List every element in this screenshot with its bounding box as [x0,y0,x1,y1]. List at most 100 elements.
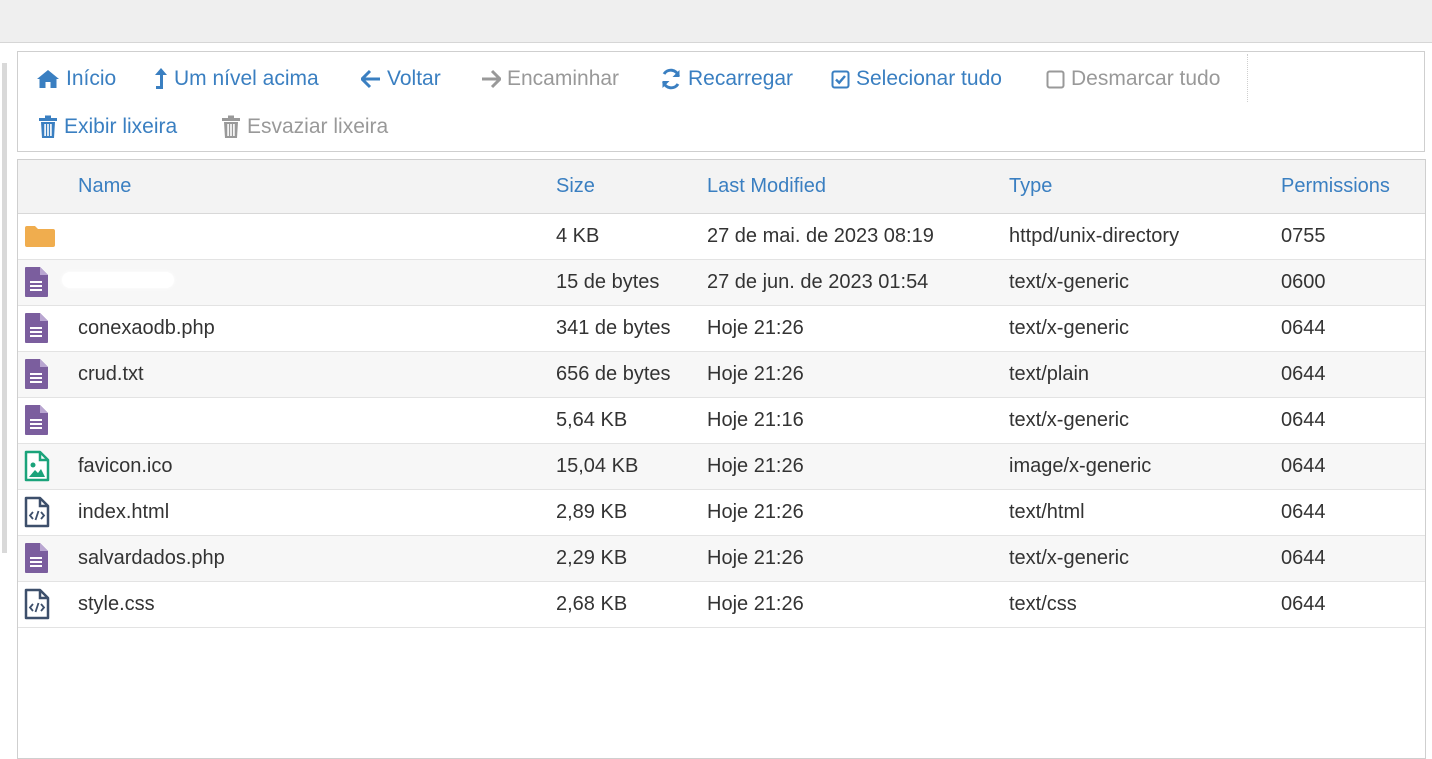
view-trash-label: Exibir lixeira [64,115,178,138]
file-modified: Hoje 21:26 [707,535,1009,582]
file-size: 15,04 KB [556,443,707,490]
file-permissions: 0644 [1281,535,1425,582]
table-header-row: Name Size Last Modified Type Permissions [18,160,1425,214]
file-modified: Hoje 21:26 [707,581,1009,628]
text-file-icon [25,359,48,389]
table-row[interactable]: 15 de bytes 27 de jun. de 2023 01:54 tex… [18,259,1425,306]
home-icon [36,68,60,90]
file-name[interactable]: conexaodb.php [78,305,556,352]
unselect-all-button[interactable]: Desmarcar tudo [1046,64,1220,94]
header-type[interactable]: Type [1009,160,1281,214]
row-icon-cell [18,397,78,444]
file-name-redacted[interactable] [78,397,556,444]
file-modified: 27 de mai. de 2023 08:19 [707,213,1009,260]
file-type: text/css [1009,581,1281,628]
file-table: Name Size Last Modified Type Permissions… [18,160,1425,628]
file-type: httpd/unix-directory [1009,213,1281,260]
file-name[interactable]: salvardados.php [78,535,556,582]
file-name[interactable] [78,213,556,260]
row-icon-cell [18,535,78,582]
select-all-button[interactable]: Selecionar tudo [831,64,1002,94]
table-row[interactable]: 5,64 KB Hoje 21:16 text/x-generic 0644 [18,397,1425,444]
file-type: text/x-generic [1009,305,1281,352]
up-one-level-button[interactable]: Um nível acima [154,64,319,94]
left-scroll-strip[interactable] [0,43,9,754]
table-row[interactable]: crud.txt 656 de bytes Hoje 21:26 text/pl… [18,351,1425,398]
folder-icon [25,226,55,247]
file-name[interactable]: style.css [78,581,556,628]
select-all-label: Selecionar tudo [856,67,1002,90]
file-size: 15 de bytes [556,259,707,306]
empty-trash-button[interactable]: Esvaziar lixeira [221,112,388,142]
reload-button[interactable]: Recarregar [660,64,793,94]
file-permissions: 0644 [1281,581,1425,628]
file-modified: Hoje 21:16 [707,397,1009,444]
header-permissions[interactable]: Permissions [1281,160,1425,214]
table-row[interactable]: salvardados.php 2,29 KB Hoje 21:26 text/… [18,535,1425,582]
row-icon-cell [18,489,78,536]
file-size: 2,89 KB [556,489,707,536]
file-permissions: 0644 [1281,443,1425,490]
forward-button[interactable]: Encaminhar [481,64,619,94]
table-row[interactable]: conexaodb.php 341 de bytes Hoje 21:26 te… [18,305,1425,352]
arrow-right-icon [481,69,501,89]
row-icon-cell [18,305,78,352]
header-size[interactable]: Size [556,160,707,214]
file-type: text/x-generic [1009,535,1281,582]
redacted-name-mask [78,409,140,426]
file-size: 2,68 KB [556,581,707,628]
file-modified: 27 de jun. de 2023 01:54 [707,259,1009,306]
file-type: image/x-generic [1009,443,1281,490]
file-modified: Hoje 21:26 [707,489,1009,536]
row-icon-cell [18,443,78,490]
empty-box-icon [1046,70,1065,89]
file-size: 2,29 KB [556,535,707,582]
back-label: Voltar [387,67,441,90]
file-type: text/html [1009,489,1281,536]
table-row[interactable]: index.html 2,89 KB Hoje 21:26 text/html … [18,489,1425,536]
home-button[interactable]: Início [36,64,116,94]
up-one-level-label: Um nível acima [174,67,319,90]
home-label: Início [66,67,117,90]
empty-trash-label: Esvaziar lixeira [247,115,389,138]
redacted-name-mask [62,271,174,288]
unselect-all-label: Desmarcar tudo [1071,67,1221,90]
forward-label: Encaminhar [507,67,620,90]
file-permissions: 0755 [1281,213,1425,260]
code-file-icon [24,588,50,620]
view-trash-button[interactable]: Exibir lixeira [38,112,177,142]
file-permissions: 0644 [1281,489,1425,536]
level-up-icon [154,67,168,91]
file-permissions: 0644 [1281,351,1425,398]
reload-label: Recarregar [688,67,794,90]
file-name-redacted[interactable] [62,259,556,306]
header-name[interactable]: Name [78,160,556,214]
table-row[interactable]: 4 KB 27 de mai. de 2023 08:19 httpd/unix… [18,213,1425,260]
file-modified: Hoje 21:26 [707,443,1009,490]
table-row[interactable]: favicon.ico 15,04 KB Hoje 21:26 image/x-… [18,443,1425,490]
arrow-left-icon [361,69,381,89]
file-type: text/x-generic [1009,259,1281,306]
file-name[interactable]: favicon.ico [78,443,556,490]
text-file-icon [25,313,48,343]
file-manager-toolbar: Início Um nível acima Voltar Encaminhar … [17,51,1425,152]
header-icon-column [18,160,78,214]
file-name[interactable]: crud.txt [78,351,556,398]
file-type: text/plain [1009,351,1281,398]
file-permissions: 0600 [1281,259,1425,306]
header-last-modified[interactable]: Last Modified [707,160,1009,214]
file-size: 656 de bytes [556,351,707,398]
image-file-icon [24,450,50,482]
table-row[interactable]: style.css 2,68 KB Hoje 21:26 text/css 06… [18,581,1425,628]
file-permissions: 0644 [1281,397,1425,444]
back-button[interactable]: Voltar [361,64,441,94]
row-icon-cell [18,213,78,260]
text-file-icon [25,405,48,435]
scrollbar-thumb[interactable] [2,63,7,553]
refresh-icon [660,68,682,90]
file-name[interactable]: index.html [78,489,556,536]
file-permissions: 0644 [1281,305,1425,352]
checked-box-icon [831,70,850,89]
row-icon-cell [18,581,78,628]
toolbar-separator [1247,54,1248,102]
